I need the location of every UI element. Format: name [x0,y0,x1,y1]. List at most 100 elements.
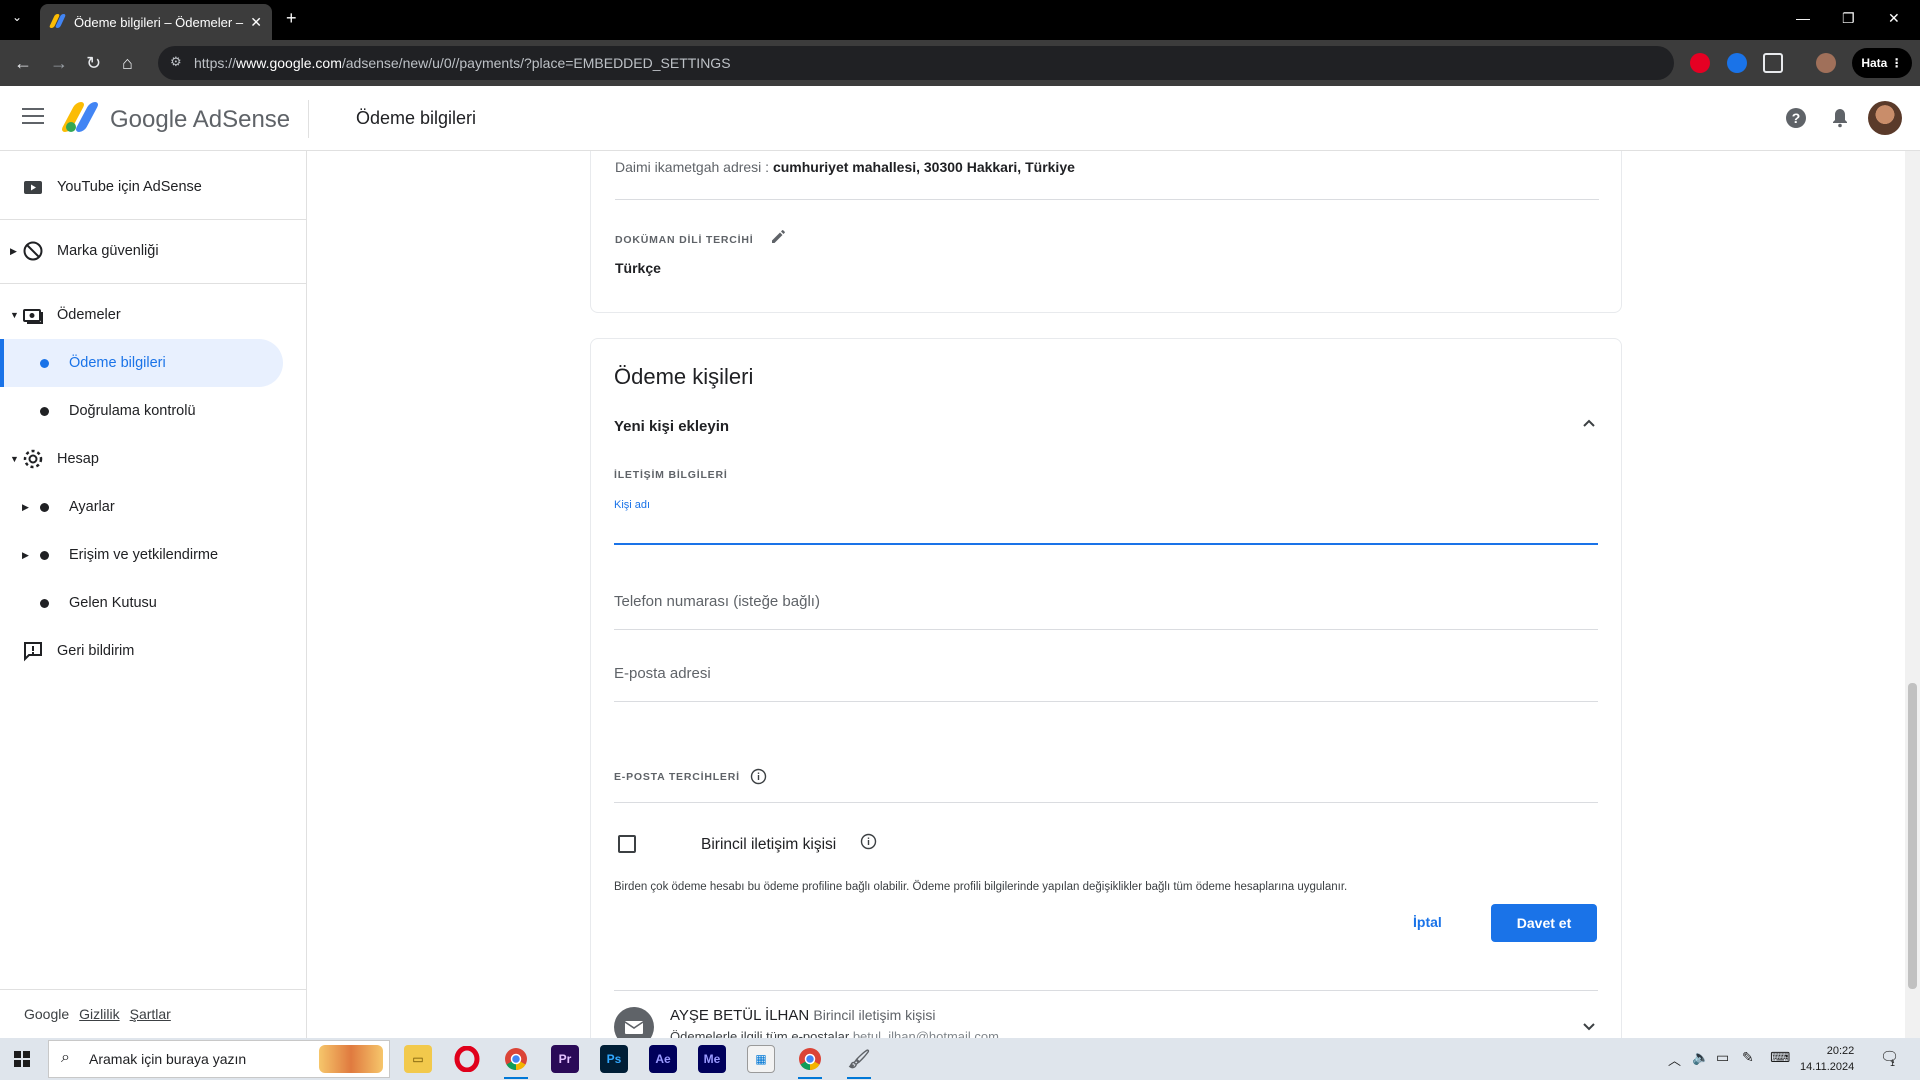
sidebar-item-account[interactable]: ▼ Hesap [0,435,307,483]
tray-chevron-icon[interactable]: ︿ [1668,1050,1681,1069]
sidebar-item-access[interactable]: ▶ Erişim ve yetkilendirme [0,531,307,579]
windows-start-icon[interactable] [14,1051,30,1067]
chrome-profile-icon[interactable] [796,1045,824,1079]
sidebar-item-youtube-adsense[interactable]: YouTube için AdSense [0,163,307,211]
photoshop-icon[interactable]: Ps [600,1045,628,1073]
notifications-bell-icon[interactable] [1828,106,1852,130]
media-encoder-icon[interactable]: Me [698,1045,726,1073]
block-icon [22,240,44,262]
contact-name-field[interactable]: Kişi adı [614,499,1598,545]
extension-icon[interactable] [1727,53,1747,73]
contacts-title: Ödeme kişileri [614,364,754,389]
footer-terms-link[interactable]: Şartlar [130,1006,171,1022]
sidebar-item-verification[interactable]: Doğrulama kontrolü [0,387,307,435]
expand-caret-icon[interactable]: ▶ [10,246,17,257]
keyboard-icon[interactable]: ⌨ [1770,1049,1790,1066]
scrollbar-thumb[interactable] [1908,683,1917,989]
after-effects-icon[interactable]: Ae [649,1045,677,1073]
profile-error-badge[interactable]: Hata ⋮ [1852,48,1912,78]
sidebar-divider [0,283,307,284]
profile-avatar-icon[interactable] [1816,53,1836,73]
tab-search-icon[interactable]: ⌄ [12,10,22,24]
help-icon[interactable]: ? [1784,106,1808,130]
collapse-caret-icon[interactable]: ▼ [10,454,19,464]
opera-icon[interactable] [453,1045,481,1073]
volume-icon[interactable]: 🔈 [1692,1049,1709,1066]
url-path: /adsense/new/u/0//payments/?place=EMBEDD… [341,55,731,71]
sidebar-item-brand-safety[interactable]: ▶ Marka güvenliği [0,227,307,275]
payments-icon [22,304,44,326]
chevron-up-icon[interactable] [1580,415,1598,438]
browser-toolbar: ← → ↻ ⌂ ⚙ https://www.google.com/adsense… [0,40,1920,86]
sidebar-item-payments[interactable]: ▼ Ödemeler [0,291,307,339]
close-window-icon[interactable]: ✕ [1888,10,1900,27]
home-icon[interactable]: ⌂ [122,52,133,74]
pen-icon[interactable]: ✎ [1742,1049,1754,1066]
chevron-down-icon[interactable] [1580,1017,1598,1038]
menu-icon[interactable] [22,108,44,126]
expand-caret-icon[interactable]: ▶ [22,502,29,513]
minimize-icon[interactable]: — [1796,10,1810,26]
collapse-caret-icon[interactable]: ▼ [10,310,19,320]
primary-contact-label: Birincil iletişim kişisi [701,836,837,853]
restore-icon[interactable]: ❐ [1842,10,1855,27]
paint-icon[interactable]: 🖌 [845,1045,873,1079]
address-bar[interactable]: ⚙ https://www.google.com/adsense/new/u/0… [158,46,1674,80]
clock-time: 20:22 [1826,1045,1855,1057]
back-icon[interactable]: ← [14,52,32,74]
extensions-puzzle-icon[interactable] [1763,53,1783,73]
contact-name-label: Kişi adı [614,499,651,511]
sidebar-item-label: Geri bildirim [57,643,135,659]
windows-taskbar: ⌕ Aramak için buraya yazın ▭ Pr Ps Ae Me… [0,1038,1920,1080]
pinterest-extension-icon[interactable] [1690,53,1710,73]
sidebar-item-label: Gelen Kutusu [69,595,157,611]
phone-field[interactable]: Telefon numarası (isteğe bağlı) [614,593,1598,633]
edit-pencil-icon[interactable] [769,226,789,251]
gear-icon [22,448,44,470]
premiere-pro-icon[interactable]: Pr [551,1045,579,1073]
search-highlight-image [319,1045,383,1073]
bullet-icon [40,502,49,512]
contact-info-label: İLETİŞİM BİLGİLERİ [614,469,728,481]
network-icon[interactable]: ▭ [1716,1049,1729,1066]
sidebar-item-settings[interactable]: ▶ Ayarlar [0,483,307,531]
page-title: Ödeme bilgileri [356,108,477,128]
mail-icon [614,1007,654,1038]
add-contact-heading[interactable]: Yeni kişi ekleyin [614,418,729,435]
sidebar-item-label: Doğrulama kontrolü [69,403,196,419]
expand-caret-icon[interactable]: ▶ [22,550,29,561]
file-explorer-icon[interactable]: ▭ [404,1045,432,1073]
reload-icon[interactable]: ↻ [86,52,101,74]
contact-name: AYŞE BETÜL İLHAN [670,1007,810,1024]
footer-privacy-link[interactable]: Gizlilik [79,1006,119,1022]
browser-tab[interactable]: Ödeme bilgileri – Ödemeler – G ✕ [40,4,272,40]
info-icon[interactable] [860,833,877,855]
site-info-icon[interactable]: ⚙ [170,54,182,70]
notification-count: 1 [1890,1058,1896,1068]
close-tab-icon[interactable]: ✕ [250,14,262,31]
forward-icon[interactable]: → [50,52,68,74]
info-icon[interactable] [750,768,767,790]
sidebar-item-payment-info[interactable]: Ödeme bilgileri [0,339,283,387]
url-prefix: https:// [194,55,237,71]
sidebar-item-label: Ayarlar [69,499,115,515]
address-row: Daimi ikametgah adresi : cumhuriyet maha… [615,159,1075,175]
page-scrollbar[interactable] [1905,151,1920,1038]
chrome-icon[interactable] [502,1045,530,1079]
sidebar-item-label: Hesap [57,451,99,467]
sidebar-item-label: Marka güvenliği [57,243,159,259]
sidebar-item-label: Erişim ve yetkilendirme [69,547,219,563]
new-tab-icon[interactable]: + [286,8,297,29]
taskbar-clock[interactable]: 20:22 14.11.2024 [1800,1043,1854,1075]
primary-contact-checkbox[interactable] [618,835,636,853]
sidebar-item-label: Ödemeler [57,307,121,323]
invite-button[interactable]: Davet et [1491,904,1597,942]
sidebar-item-feedback[interactable]: Geri bildirim [0,627,307,675]
contact-email: betul_ilhan@hotmail.com [852,1029,999,1038]
app-window-icon[interactable]: ▦ [747,1045,775,1073]
account-avatar[interactable] [1868,101,1902,135]
email-field[interactable]: E-posta adresi [614,665,1598,705]
taskbar-search-input[interactable]: ⌕ Aramak için buraya yazın [48,1040,390,1078]
sidebar-item-inbox[interactable]: Gelen Kutusu [0,579,307,627]
cancel-button[interactable]: İptal [1413,914,1442,930]
